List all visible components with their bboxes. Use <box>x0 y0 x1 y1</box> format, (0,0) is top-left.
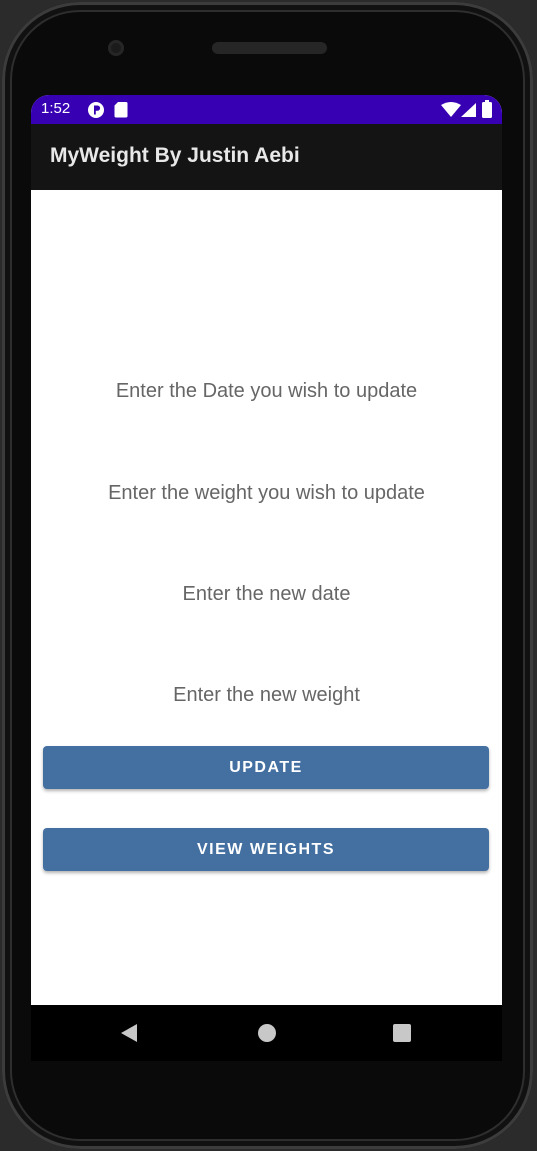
earpiece-speaker <box>212 42 327 54</box>
status-time: 1:52 <box>41 100 71 117</box>
update-button[interactable]: UPDATE <box>43 746 489 789</box>
battery-icon <box>482 100 492 122</box>
wifi-icon <box>441 102 461 121</box>
app-screen: 1:52 MyWeight By Justin Aebi Enter the D… <box>31 95 502 1005</box>
date-to-update-field[interactable]: Enter the Date you wish to update <box>31 380 502 403</box>
status-bar: 1:52 <box>31 95 502 124</box>
new-date-field[interactable]: Enter the new date <box>31 583 502 606</box>
recents-icon[interactable] <box>392 1023 412 1048</box>
view-weights-button[interactable]: VIEW WEIGHTS <box>43 828 489 871</box>
signal-icon <box>461 103 476 121</box>
home-icon[interactable] <box>257 1023 277 1048</box>
app-bar: MyWeight By Justin Aebi <box>31 124 502 190</box>
app-title: MyWeight By Justin Aebi <box>50 144 300 167</box>
front-camera <box>108 40 124 56</box>
new-weight-field[interactable]: Enter the new weight <box>31 684 502 707</box>
notification-p-icon <box>87 101 105 123</box>
sd-card-icon <box>114 101 128 122</box>
weight-to-update-field[interactable]: Enter the weight you wish to update <box>31 482 502 505</box>
navigation-bar <box>31 1005 502 1061</box>
back-icon[interactable] <box>119 1023 139 1048</box>
